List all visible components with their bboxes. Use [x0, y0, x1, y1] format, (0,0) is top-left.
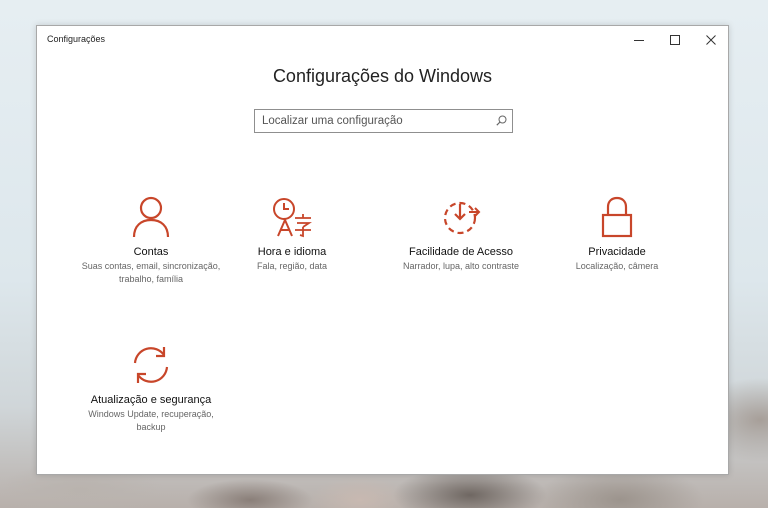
minimize-button[interactable]: [621, 26, 657, 54]
tile-description: Narrador, lupa, alto contraste: [402, 261, 520, 271]
time-language-icon: [273, 198, 312, 238]
tile-atualizacao-e-seguranca[interactable]: Atualização e segurança Windows Update, …: [76, 342, 226, 434]
maximize-button[interactable]: [657, 26, 693, 54]
settings-window: Configurações Configurações do Windows C…: [36, 25, 729, 475]
tile-name: Privacidade: [588, 246, 646, 258]
tile-description: Fala, região, data: [256, 261, 328, 271]
page-title: Configurações do Windows: [272, 66, 493, 86]
lock-icon: [601, 196, 633, 238]
tile-contas[interactable]: Contas Suas contas, email, sincronização…: [76, 194, 226, 286]
close-button[interactable]: [693, 26, 729, 54]
tile-name: Facilidade de Acesso: [409, 246, 513, 258]
person-icon: [132, 196, 170, 238]
tile-hora-e-idioma[interactable]: Hora e idioma Fala, região, data: [217, 194, 367, 273]
tile-description: Suas contas, email, sincronização, traba…: [81, 261, 221, 284]
ease-of-access-icon: [443, 201, 481, 235]
sync-icon: [133, 347, 169, 383]
close-icon: [706, 35, 716, 45]
minimize-icon: [634, 40, 644, 41]
search-input[interactable]: [262, 110, 487, 132]
tile-facilidade-de-acesso[interactable]: Facilidade de Acesso Narrador, lupa, alt…: [386, 194, 536, 273]
title-bar[interactable]: Configurações: [37, 26, 728, 54]
tile-name: Atualização e segurança: [90, 394, 212, 406]
tile-name: Hora e idioma: [257, 246, 327, 258]
tile-name: Contas: [133, 246, 169, 258]
window-title: Configurações: [47, 34, 106, 44]
search-icon[interactable]: [496, 115, 507, 126]
tile-description: Localização, câmera: [575, 261, 659, 271]
tile-privacidade[interactable]: Privacidade Localização, câmera: [542, 194, 692, 273]
tile-description: Windows Update, recuperação, backup: [88, 409, 214, 432]
search-box[interactable]: [254, 109, 513, 133]
maximize-icon: [670, 35, 680, 45]
